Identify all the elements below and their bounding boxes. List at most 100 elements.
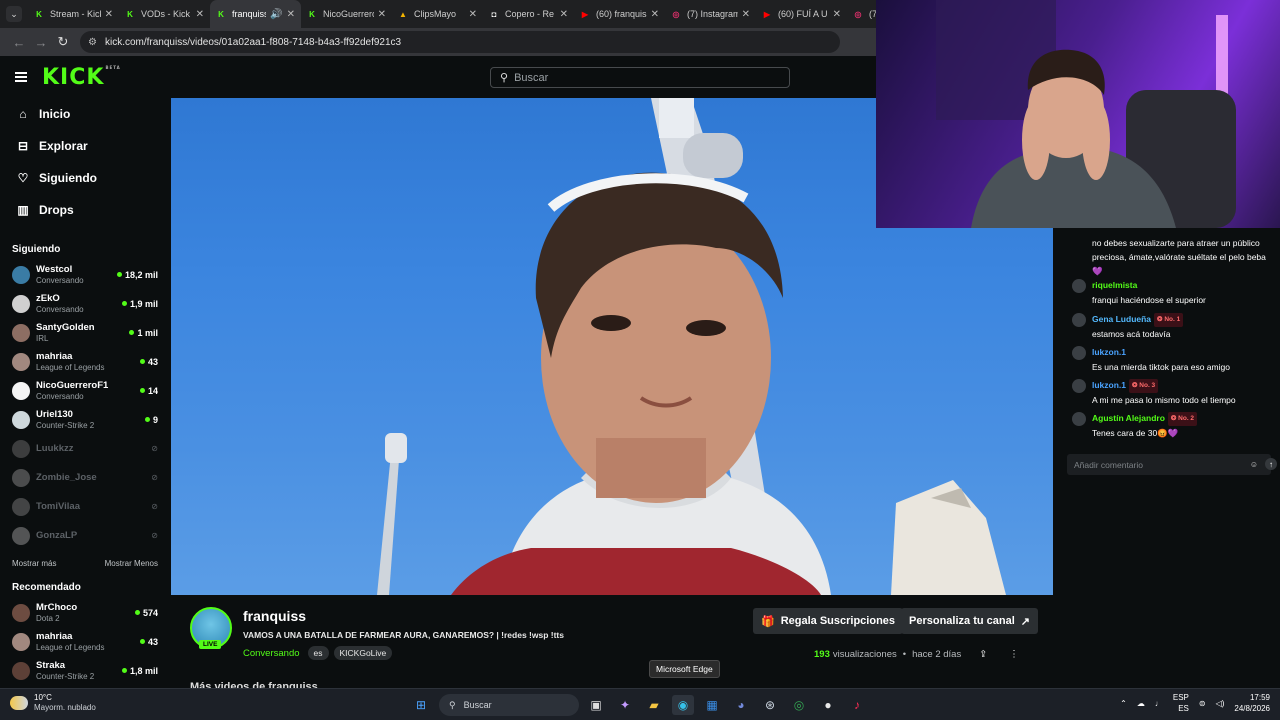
nav-item-siguiendo[interactable]: ♡ Siguiendo [0, 162, 170, 194]
drive-icon: ▲ [399, 9, 407, 19]
live-dot-icon [116, 272, 122, 277]
wifi-icon[interactable]: ⊜ [1199, 699, 1206, 708]
rank-badge: ❂ No. 3 [1129, 378, 1159, 393]
channel-item[interactable]: zEkO Conversando 1,9 mil [0, 289, 170, 318]
tag-language[interactable]: es [307, 646, 329, 660]
kick-icon: K [309, 9, 315, 19]
volume-icon[interactable]: ◁) [1216, 699, 1225, 708]
weather-widget[interactable]: 10°C Mayorm. nublado [10, 693, 96, 712]
chat-header: lukzon.1 [1072, 345, 1272, 360]
browser-tab[interactable]: ◘ Copero - Re ✕ [483, 0, 574, 28]
close-tab-icon[interactable]: ✕ [742, 9, 750, 20]
streamer-name[interactable]: franquiss [243, 608, 306, 624]
channel-item[interactable]: MrChoco Dota 2 574 [0, 598, 170, 627]
browser-tab[interactable]: K NicoGuerrero ✕ [301, 0, 392, 28]
channel-item[interactable]: Straka Counter-Strike 2 1,8 mil [0, 656, 170, 685]
stream-category[interactable]: Conversando [243, 648, 300, 659]
discord-icon[interactable]: ◕ [730, 695, 752, 715]
show-more-button[interactable]: Mostrar más [12, 559, 56, 568]
channel-item[interactable]: NicoGuerreroF1 Conversando 14 [0, 376, 170, 405]
start-icon[interactable]: ⊞ [410, 695, 432, 715]
browser-tab[interactable]: K Stream - Kick ✕ [28, 0, 119, 28]
copilot-icon[interactable]: ✦ [614, 695, 636, 715]
live-dot-icon [121, 668, 127, 673]
chat-username[interactable]: Agustín Alejandro [1092, 413, 1165, 423]
taskbar-search[interactable]: ⚲ Buscar [439, 694, 579, 716]
more-options-icon[interactable]: ⋮ [1009, 649, 1019, 660]
back-icon[interactable]: ← [8, 35, 30, 50]
close-tab-icon[interactable]: ✕ [833, 9, 841, 20]
tray-chevron-icon[interactable]: ⌃ [1120, 699, 1127, 708]
channel-item-offline[interactable]: Zombie_Jose ⊘ [0, 463, 170, 492]
search-input[interactable]: ⚲ Buscar [490, 67, 790, 88]
clock[interactable]: 17:59 24/8/2026 [1234, 692, 1270, 714]
close-tab-icon[interactable]: ✕ [287, 9, 295, 20]
send-icon[interactable]: ↑ [1265, 458, 1277, 470]
close-tab-icon[interactable]: ✕ [196, 9, 204, 20]
store-icon[interactable]: ▦ [701, 695, 723, 715]
gift-icon: 🎁 [761, 615, 775, 628]
nav-item-explorar[interactable]: ⊟ Explorar [0, 130, 170, 162]
channel-item-offline[interactable]: GonzaLP ⊘ [0, 521, 170, 550]
site-info-icon[interactable]: ⚙ [88, 37, 97, 48]
obs-icon[interactable]: ● [817, 695, 839, 715]
channel-item[interactable]: Westcol Conversando 18,2 mil [0, 260, 170, 289]
url-field[interactable]: ⚙ kick.com/franquiss/videos/01a02aa1-f80… [80, 31, 840, 53]
browser-tab[interactable]: Kfranquiss 🔊 ✕ [210, 0, 301, 28]
tab-title: Copero - Re [505, 9, 555, 19]
tag-kickgolive[interactable]: KICKGoLive [333, 646, 393, 660]
instagram-icon: ◎ [854, 9, 862, 19]
network-tray-icon[interactable]: ☁ [1137, 699, 1145, 708]
chat-username[interactable]: Gena Ludueña [1092, 314, 1151, 324]
mic-icon[interactable]: ♩ [1155, 699, 1163, 708]
tab-search-button[interactable]: ⌄ [6, 6, 22, 22]
chat-avatar [1072, 411, 1086, 426]
chat-username[interactable]: lukzon.1 [1092, 380, 1126, 390]
kick-logo[interactable]: KICKBETA [42, 65, 121, 90]
close-tab-icon[interactable]: ✕ [469, 9, 477, 20]
forward-icon[interactable]: → [30, 35, 52, 50]
menu-icon[interactable] [15, 72, 27, 82]
close-tab-icon[interactable]: ✕ [105, 9, 113, 20]
tab-audio-icon[interactable]: 🔊 [270, 9, 282, 20]
share-icon[interactable]: ⇪ [979, 649, 987, 660]
browser-tab[interactable]: K VODs - Kick ✕ [119, 0, 210, 28]
file-explorer-icon[interactable]: ▰ [643, 695, 665, 715]
channel-item[interactable]: SantyGolden IRL 1 mil [0, 318, 170, 347]
close-tab-icon[interactable]: ✕ [560, 9, 568, 20]
channel-item-offline[interactable]: TomiVilaa ⊘ [0, 492, 170, 521]
channel-category: Conversando [36, 304, 84, 314]
weather-temperature: 10°C [34, 693, 52, 702]
browser-tab[interactable]: ▶ (60) franquiss ✕ [574, 0, 665, 28]
task-view-icon[interactable]: ▣ [585, 695, 607, 715]
language-indicator[interactable]: ESP ES [1173, 692, 1189, 714]
channel-item-offline[interactable]: Luukkzz ⊘ [0, 434, 170, 463]
instagram-icon: ◎ [672, 9, 680, 19]
nav-item-inicio[interactable]: ⌂ Inicio [0, 98, 170, 130]
show-less-button[interactable]: Mostrar Menos [105, 559, 158, 568]
close-tab-icon[interactable]: ✕ [651, 9, 659, 20]
chat-username[interactable]: lukzon.1 [1092, 347, 1126, 357]
chrome-icon[interactable]: ◎ [788, 695, 810, 715]
channel-item[interactable]: mahriaa League of Legends 43 [0, 627, 170, 656]
tiktok-icon[interactable]: ♪ [846, 695, 868, 715]
browser-tab[interactable]: ▶ (60) FUÍ A U ✕ [756, 0, 847, 28]
channel-item[interactable]: mahriaa League of Legends 43 [0, 347, 170, 376]
browser-tab[interactable]: ▲ ClipsMayo ✕ [392, 0, 483, 28]
browser-tab[interactable]: ◎ (7) Instagram ✕ [665, 0, 756, 28]
viewer-count-value: 574 [142, 607, 158, 618]
channel-info: GonzaLP [36, 530, 151, 541]
emoji-icon[interactable]: ☺ [1248, 458, 1260, 470]
customize-channel-button[interactable]: Personaliza tu canal ↗ [901, 608, 1038, 634]
gift-subs-button[interactable]: 🎁 Regala Suscripciones [753, 608, 904, 634]
nav-item-drops[interactable]: ▥ Drops [0, 194, 170, 226]
reload-icon[interactable]: ↻ [52, 34, 74, 50]
close-tab-icon[interactable]: ✕ [378, 9, 386, 20]
channel-category: Conversando [36, 275, 84, 285]
chat-avatar [1072, 378, 1086, 393]
steam-icon[interactable]: ⊛ [759, 695, 781, 715]
chat-input[interactable]: Añadir comentario ☺ ↑ [1067, 454, 1277, 475]
channel-item[interactable]: Uriel130 Counter-Strike 2 9 [0, 405, 170, 434]
edge-icon[interactable]: ◉ [672, 695, 694, 715]
chat-username[interactable]: riquelmista [1092, 280, 1137, 290]
